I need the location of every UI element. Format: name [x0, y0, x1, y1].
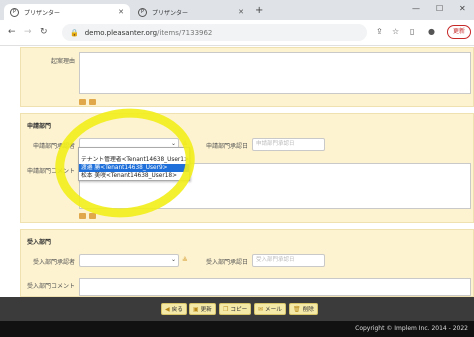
image-icon[interactable] [79, 213, 86, 219]
address-bar[interactable]: 🔒 demo.pleasanter.org/items/7133962 [62, 24, 367, 41]
dropdown-option-selected[interactable]: 渡邉 勝<Tenant14638_User9> [79, 164, 189, 172]
forward-arrow-icon[interactable]: → [24, 26, 32, 38]
update-chip-button[interactable]: 更新 [447, 25, 471, 39]
back-button[interactable]: ◀ 戻る [161, 303, 187, 315]
lock-icon: 🔒 [70, 28, 79, 37]
sidebar-icon[interactable]: ▯ [410, 27, 414, 36]
reload-icon[interactable]: ↻ [40, 26, 48, 38]
copy-icon: ❐ [223, 305, 229, 313]
close-tab-icon[interactable]: ✕ [238, 8, 244, 16]
receive-approval-date-input[interactable]: 受入部門承認日 [252, 254, 325, 267]
receive-approver-select[interactable]: ⌄ [79, 254, 179, 267]
bottom-toolbar: ◀ 戻る ▣ 更新 ❐ コピー ✉ メール 🗑 削除 [0, 297, 474, 321]
delete-button[interactable]: 🗑 削除 [289, 303, 318, 315]
save-icon: ▣ [193, 305, 199, 313]
image-icon[interactable] [79, 99, 86, 105]
receive-department-section: 受入部門 受入部門承認者 ⌄ ≗ 受入部門承認日 受入部門承認日 受入部門コメン… [20, 229, 474, 297]
back-icon: ◀ [165, 305, 170, 313]
apply-approver-label: 申請部門承認者 [32, 143, 75, 150]
tab-title: プリザンター [24, 9, 61, 17]
reason-label: 起案理由 [50, 58, 75, 65]
account-icon[interactable]: ● [428, 27, 435, 36]
back-arrow-icon[interactable]: ← [8, 26, 16, 38]
close-window-icon[interactable]: ✕ [459, 4, 466, 13]
chevron-down-icon: ⌄ [170, 256, 176, 263]
reason-textarea[interactable] [79, 52, 471, 94]
page-content: 起案理由 申請部門 申請部門承認者 ⌄ ≗ 申請部門承認日 申請部門承認日 申請… [0, 47, 474, 297]
pleasanter-favicon-icon: P [10, 7, 19, 17]
apply-approval-date-input[interactable]: 申請部門承認日 [252, 138, 325, 151]
browser-tab-bar: P プリザンター ✕ P プリザンター ✕ + — ☐ ✕ [0, 0, 474, 20]
apply-comment-label: 申請部門コメント [26, 168, 75, 175]
receive-comment-label: 受入部門コメント [26, 283, 75, 290]
dropdown-option[interactable]: テナント管理者<Tenant14638_User1> [79, 156, 189, 164]
dropdown-option[interactable] [79, 148, 189, 156]
tab-title: プリザンター [152, 9, 189, 17]
dropdown-option[interactable]: 松本 美咲<Tenant14638_User18> [79, 172, 189, 180]
receive-approver-label: 受入部門承認者 [32, 259, 75, 266]
copy-button[interactable]: ❐ コピー [219, 303, 252, 315]
new-tab-button[interactable]: + [255, 5, 263, 17]
mail-button[interactable]: ✉ メール [254, 303, 286, 315]
maximize-icon[interactable]: ☐ [436, 4, 443, 13]
user-icon[interactable]: ≗ [182, 256, 188, 264]
section-title: 受入部門 [27, 239, 52, 246]
pleasanter-favicon-icon: P [138, 7, 147, 17]
browser-tab-active[interactable]: P プリザンター ✕ [4, 4, 130, 20]
mail-icon: ✉ [258, 305, 264, 313]
share-icon[interactable]: ⇪ [376, 27, 383, 36]
close-tab-icon[interactable]: ✕ [118, 8, 124, 16]
browser-nav-bar: ← → ↻ 🔒 demo.pleasanter.org/items/713396… [0, 20, 474, 46]
reason-section: 起案理由 [20, 47, 474, 107]
receive-comment-textarea[interactable] [79, 278, 471, 296]
chevron-down-icon: ⌄ [170, 140, 176, 147]
browser-tab-inactive[interactable]: P プリザンター ✕ [132, 4, 250, 20]
url-text: demo.pleasanter.org/items/7133962 [84, 28, 213, 37]
minimize-icon[interactable]: — [412, 4, 420, 13]
receive-approval-date-label: 受入部門承認日 [205, 259, 248, 266]
attach-icon[interactable] [89, 99, 96, 105]
bookmark-star-icon[interactable]: ☆ [392, 27, 399, 36]
section-title: 申請部門 [27, 123, 52, 130]
update-button[interactable]: ▣ 更新 [189, 303, 216, 315]
attach-icon[interactable] [89, 213, 96, 219]
apply-approval-date-label: 申請部門承認日 [205, 143, 248, 150]
approver-dropdown-list: テナント管理者<Tenant14638_User1> 渡邉 勝<Tenant14… [78, 147, 190, 181]
trash-icon: 🗑 [293, 305, 301, 313]
copyright-footer: Copyright © Implem Inc. 2014 - 2022 [0, 321, 474, 337]
